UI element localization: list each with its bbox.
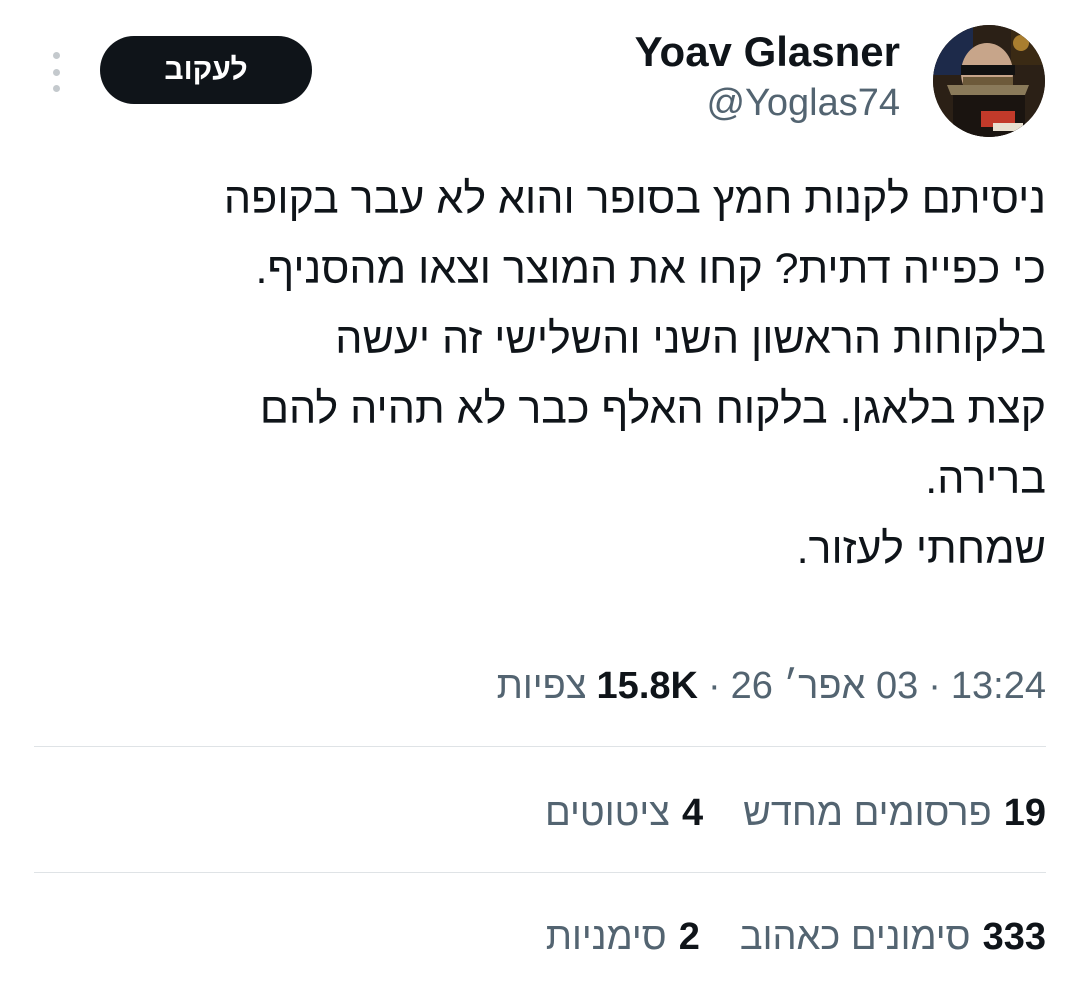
display-name[interactable]: Yoav Glasner: [635, 26, 900, 78]
stats-row-reposts: 19 פרסומים מחדש 4 ציטוטים: [545, 778, 1046, 848]
tweet-text: ניסיתם לקנות חמץ בסופר והוא לא עבר בקופה…: [34, 164, 1046, 584]
tweet-page: לעקוב Yoav Glasner @Yoglas74 ניסיתם לקנו…: [0, 0, 1080, 986]
quotes-count: 4: [681, 791, 704, 834]
stats-row-likes: 333 סימונים כאהוב 2 סימניות: [546, 902, 1046, 972]
user-handle[interactable]: @Yoglas74: [635, 78, 900, 128]
bookmarks-stat[interactable]: 2 סימניות: [546, 916, 700, 959]
more-options-icon[interactable]: [44, 52, 68, 92]
reposts-count: 19: [1003, 791, 1046, 834]
tweet-line: ברירה.: [925, 455, 1046, 503]
follow-button[interactable]: לעקוב: [100, 36, 312, 104]
reposts-label: פרסומים מחדש: [743, 791, 992, 834]
quotes-stat[interactable]: 4 ציטוטים: [545, 792, 703, 835]
user-info[interactable]: Yoav Glasner @Yoglas74: [635, 26, 900, 128]
reposts-stat[interactable]: 19 פרסומים מחדש: [743, 792, 1046, 835]
separator-dot: ·: [928, 664, 941, 707]
tweet-meta: 13:24 · 03 אפר׳ 26 · 15.8K צפיות: [497, 656, 1046, 716]
likes-count: 333: [982, 915, 1046, 958]
avatar-image: [933, 25, 1045, 137]
bookmarks-count: 2: [678, 915, 700, 958]
views-count: 15.8K: [596, 664, 698, 707]
likes-label: סימונים כאהוב: [739, 915, 971, 958]
likes-stat[interactable]: 333 סימונים כאהוב: [740, 916, 1046, 959]
tweet-line: בלקוחות הראשון השני והשלישי זה יעשה: [335, 315, 1046, 363]
tweet-date[interactable]: 03 אפר׳ 26: [731, 665, 919, 708]
tweet-line: ניסיתם לקנות חמץ בסופר והוא לא עבר בקופה: [223, 175, 1046, 223]
tweet-line: קצת בלאגן. בלקוח האלף כבר לא תהיה להם: [259, 385, 1046, 433]
avatar[interactable]: [933, 25, 1045, 137]
divider: [34, 746, 1046, 747]
views-label: צפיות: [496, 664, 587, 707]
divider: [34, 872, 1046, 873]
separator-dot: ·: [707, 664, 721, 707]
quotes-label: ציטוטים: [545, 791, 670, 834]
tweet-line: כי כפייה דתית? קחו את המוצר וצאו מהסניף.: [255, 245, 1046, 293]
tweet-time[interactable]: 13:24: [951, 665, 1046, 708]
tweet-line: שמחתי לעזור.: [796, 525, 1046, 573]
bookmarks-label: סימניות: [545, 915, 667, 958]
